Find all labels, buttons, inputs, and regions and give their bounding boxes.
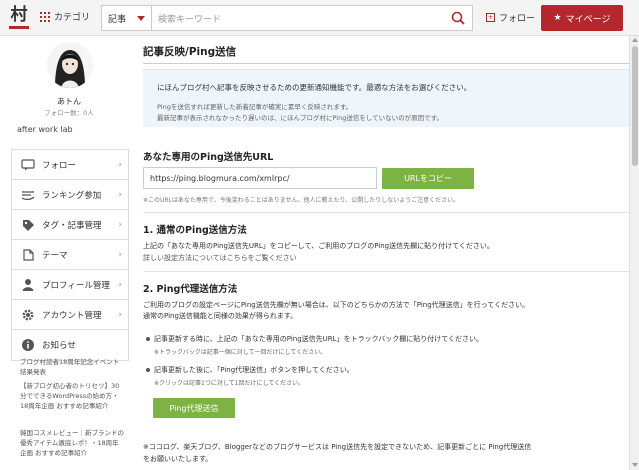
copy-url-button[interactable]: URLをコピー bbox=[382, 168, 474, 189]
info-icon bbox=[20, 337, 36, 353]
page-scrollbar[interactable] bbox=[629, 36, 639, 470]
news-item[interactable]: 【新ブログ初心者のトリセツ】30分でできるWordPressの始め方・18周年企… bbox=[20, 381, 124, 411]
chevron-right-icon: › bbox=[118, 280, 122, 290]
sidebar-item-account[interactable]: アカウント管理 › bbox=[12, 300, 128, 330]
mypage-button[interactable]: ★ マイページ bbox=[541, 5, 623, 31]
search-bar: 記事 検索キーワード bbox=[101, 5, 473, 31]
bullet-text: 記事更新した後に、「Ping代理送信」ボタンを押してください。 bbox=[154, 366, 354, 374]
bullet-dot bbox=[146, 368, 150, 372]
sidebar: あトん フォロー数：0人 after work lab フォロー › ランキング… bbox=[0, 36, 138, 470]
section-divider bbox=[143, 212, 629, 213]
avatar[interactable] bbox=[47, 42, 93, 88]
follow-label: フォロー bbox=[499, 14, 536, 24]
logo-text: 村 bbox=[10, 5, 28, 25]
ping-proxy-send-button[interactable]: Ping代理送信 bbox=[153, 398, 235, 418]
sidebar-item-theme[interactable]: テーマ › bbox=[12, 240, 128, 270]
bullet-text: 記事更新する時に、上記の「あなた専用のPing送信先URL」をトラックバック欄に… bbox=[154, 335, 484, 343]
top-header: 村 カテゴリ 記事 検索キーワード + フォロー ★ マイページ bbox=[0, 0, 639, 36]
search-button[interactable] bbox=[444, 6, 472, 30]
bullet-subtext: ※クリックは記事1つに対して1回だけにしてください。 bbox=[154, 380, 305, 387]
url-section-title: あなた専用のPing送信先URL bbox=[143, 152, 274, 163]
page-title: 記事反映/Ping送信 bbox=[143, 46, 237, 58]
search-type-value: 記事 bbox=[108, 14, 127, 25]
chevron-right-icon: › bbox=[118, 190, 122, 200]
section-divider bbox=[143, 271, 629, 272]
section2-text: ご利用のブログの設定ページにPing送信先欄が無い場合は、以下のどちらかの方法で… bbox=[143, 301, 530, 309]
theme-icon bbox=[20, 247, 36, 263]
section2-title: 2. Ping代理送信方法 bbox=[143, 284, 238, 295]
chevron-right-icon: › bbox=[118, 160, 122, 170]
sidebar-item-ranking[interactable]: ランキング参加 › bbox=[12, 180, 128, 210]
notice-sub: Pingを送信すれば更新した新着記事が確実に素早く反映されます。 bbox=[157, 103, 353, 111]
url-note: ※このURLはあなた専用で、今後変わることはありません。他人に教えたり、公開した… bbox=[143, 197, 460, 204]
section2-text: 通常のPing送信機能と同様の効果が得られます。 bbox=[143, 312, 298, 320]
follow-button[interactable]: + フォロー bbox=[486, 11, 535, 24]
sidebar-item-label: プロフィール管理 bbox=[42, 280, 110, 291]
site-logo[interactable]: 村 bbox=[8, 5, 30, 31]
user-name: あトん bbox=[57, 97, 81, 106]
scroll-up-arrow[interactable] bbox=[632, 38, 638, 42]
main-content: 記事反映/Ping送信 にほんブログ村へ記事を反映させるための更新通知機能です。… bbox=[143, 36, 639, 470]
mypage-label: マイページ bbox=[565, 14, 611, 25]
bullet-dot bbox=[146, 337, 150, 341]
category-button[interactable]: カテゴリ bbox=[40, 10, 90, 23]
sidebar-item-label: タグ・記事管理 bbox=[42, 220, 102, 231]
category-label: カテゴリ bbox=[54, 13, 91, 23]
search-type-select[interactable]: 記事 bbox=[102, 6, 152, 30]
gear-icon bbox=[20, 307, 36, 323]
section1-title: 1. 通常のPing送信方法 bbox=[143, 225, 247, 236]
search-icon bbox=[451, 11, 465, 25]
sidebar-item-tag-management[interactable]: タグ・記事管理 › bbox=[12, 210, 128, 240]
sidebar-item-label: お知らせ bbox=[42, 341, 76, 351]
scroll-thumb[interactable] bbox=[632, 46, 638, 166]
news-item[interactable]: ブログ村読者18周年記念イベント 結果発表 bbox=[20, 357, 124, 377]
logo-bar bbox=[9, 26, 29, 29]
tag-icon bbox=[20, 217, 36, 233]
sidebar-item-follow[interactable]: フォロー › bbox=[12, 150, 128, 180]
follower-count: フォロー数：0人 bbox=[44, 109, 94, 117]
sidebar-item-label: テーマ bbox=[42, 250, 68, 261]
caret-down-icon bbox=[137, 15, 145, 21]
news-item[interactable]: 韓国コスメレビュー｜新ブランドの優秀アイテム徹底レポ！・18周年企画 おすすめ記… bbox=[20, 428, 124, 458]
follow-icon: + bbox=[486, 13, 495, 22]
notice-sub: 最新記事が表示されなかったり遅いのは、にほんブログ村にPing送信をしていないの… bbox=[157, 114, 443, 122]
search-input[interactable]: 検索キーワード bbox=[152, 12, 444, 25]
blog-name[interactable]: after work lab bbox=[17, 125, 73, 134]
grid-icon bbox=[40, 11, 50, 22]
footer-note: ※ココログ、楽天ブログ、Bloggerなどのブログサービスは Ping送信先を設… bbox=[143, 443, 532, 451]
chevron-right-icon: › bbox=[118, 250, 122, 260]
chevron-right-icon: › bbox=[118, 220, 122, 230]
sidebar-item-notice[interactable]: お知らせ bbox=[12, 330, 128, 360]
ranking-icon bbox=[20, 187, 36, 203]
ping-url-field[interactable]: https://ping.blogmura.com/xmlrpc/ bbox=[143, 167, 377, 189]
user-icon bbox=[20, 277, 36, 293]
sidebar-item-label: フォロー bbox=[42, 160, 77, 171]
sidebar-item-profile[interactable]: プロフィール管理 › bbox=[12, 270, 128, 300]
title-divider bbox=[143, 63, 629, 64]
star-icon: ★ bbox=[553, 13, 562, 23]
scroll-down-arrow[interactable] bbox=[632, 463, 638, 467]
info-notice-box: にほんブログ村へ記事を反映させるための更新通知機能です。最適な方法をお選びくださ… bbox=[143, 69, 629, 127]
bullet-subtext: ※トラックバックは記事一個に対して一回だけにしてください。 bbox=[154, 349, 327, 356]
chat-bubble-icon bbox=[20, 157, 36, 173]
section1-text: 上記の「あなた専用のPing送信先URL」をコピーして、ご利用のブログのPing… bbox=[143, 242, 494, 250]
setup-guide-link[interactable]: 詳しい設定方法についてはこちらをご覧ください bbox=[143, 253, 297, 263]
notice-lead: にほんブログ村へ記事を反映させるための更新通知機能です。最適な方法をお選びくださ… bbox=[157, 83, 472, 92]
sidebar-menu: フォロー › ランキング参加 › タグ・記事管理 › テーマ › プロフィール管… bbox=[11, 149, 129, 361]
sidebar-item-label: ランキング参加 bbox=[42, 190, 102, 201]
sidebar-item-label: アカウント管理 bbox=[42, 310, 102, 321]
chevron-right-icon: › bbox=[118, 310, 122, 320]
footer-note: をお願いいたします。 bbox=[143, 455, 213, 463]
